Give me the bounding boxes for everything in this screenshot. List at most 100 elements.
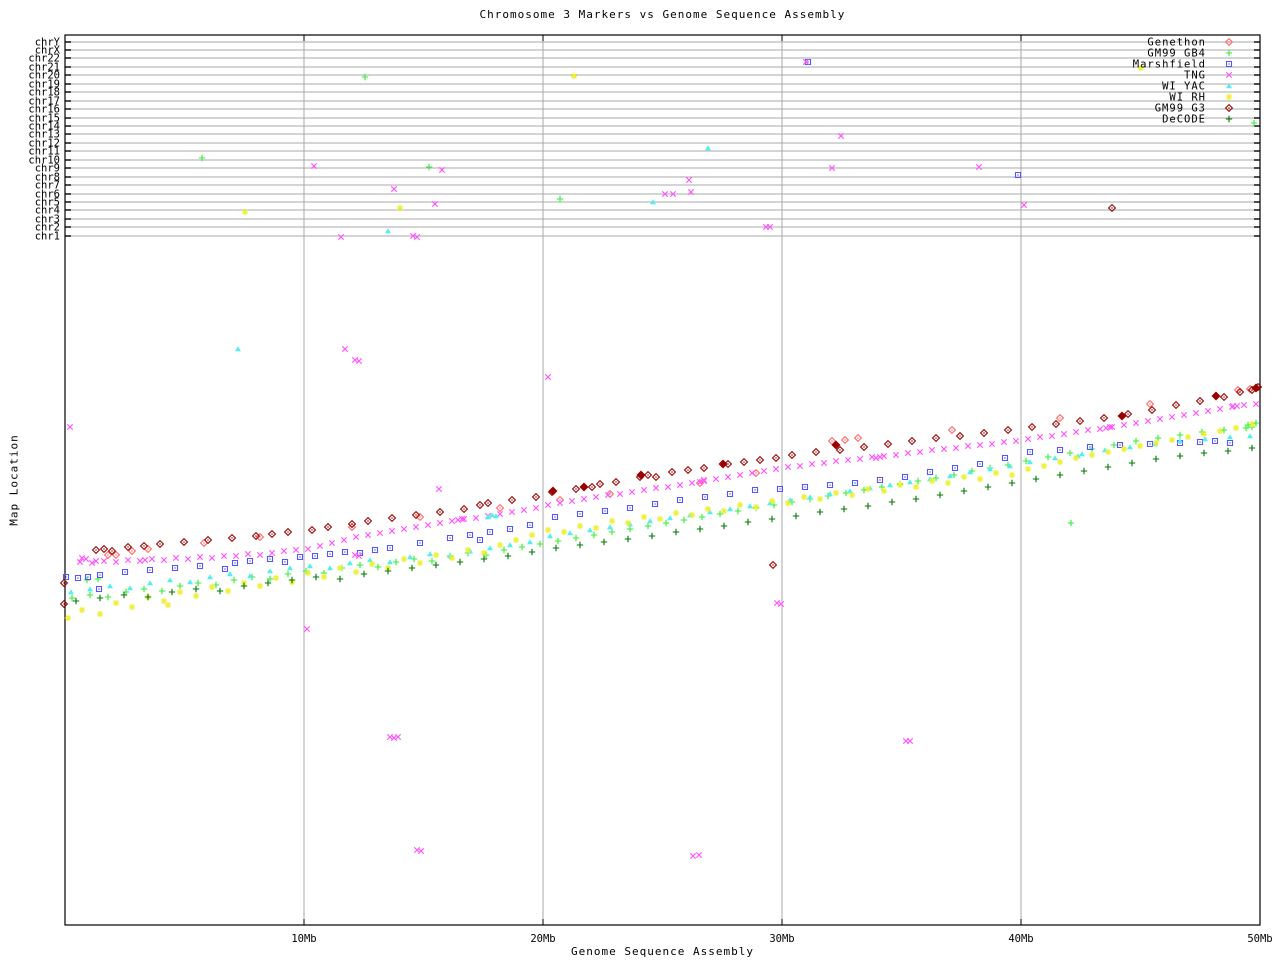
data-point bbox=[1033, 476, 1039, 482]
legend-marker-icon bbox=[1226, 105, 1233, 112]
data-point bbox=[803, 485, 808, 490]
data-point bbox=[828, 483, 833, 488]
data-point bbox=[649, 533, 655, 539]
data-point bbox=[976, 164, 981, 169]
data-point bbox=[148, 568, 153, 573]
data-point bbox=[1249, 445, 1255, 451]
data-point bbox=[1227, 434, 1233, 439]
data-point bbox=[1003, 456, 1008, 461]
data-point bbox=[389, 515, 396, 522]
data-point bbox=[857, 456, 862, 461]
data-point bbox=[241, 583, 247, 589]
data-point bbox=[173, 555, 178, 560]
data-point bbox=[545, 374, 550, 379]
data-point bbox=[418, 848, 423, 853]
data-point bbox=[699, 514, 705, 520]
data-point bbox=[86, 575, 91, 580]
data-point bbox=[813, 449, 820, 456]
data-point bbox=[721, 508, 727, 514]
data-point bbox=[1029, 424, 1036, 431]
data-point bbox=[1225, 448, 1231, 454]
data-point bbox=[697, 526, 703, 532]
data-point bbox=[745, 519, 751, 525]
data-point bbox=[696, 852, 701, 857]
data-point bbox=[527, 539, 533, 544]
data-point bbox=[645, 523, 651, 529]
data-point bbox=[641, 487, 646, 492]
data-point bbox=[437, 520, 442, 525]
data-point bbox=[1037, 434, 1042, 439]
data-point bbox=[69, 595, 75, 601]
data-point bbox=[283, 560, 288, 565]
legend-marker-icon bbox=[1226, 50, 1232, 56]
data-point bbox=[231, 577, 237, 583]
data-point bbox=[304, 626, 309, 631]
data-point bbox=[457, 559, 463, 565]
data-point bbox=[1013, 438, 1018, 443]
data-point bbox=[269, 531, 276, 538]
data-point bbox=[461, 506, 468, 513]
data-point bbox=[937, 492, 943, 498]
data-point bbox=[807, 494, 813, 499]
data-point bbox=[269, 550, 274, 555]
data-point bbox=[169, 589, 175, 595]
data-point bbox=[61, 601, 68, 608]
data-point bbox=[953, 445, 958, 450]
data-point bbox=[1105, 464, 1111, 470]
data-point bbox=[545, 502, 550, 507]
data-point bbox=[141, 543, 148, 550]
data-point bbox=[553, 515, 558, 520]
data-point bbox=[735, 508, 741, 514]
data-point bbox=[313, 554, 318, 559]
data-point bbox=[673, 510, 679, 516]
data-point bbox=[725, 474, 730, 479]
data-point bbox=[663, 520, 669, 526]
data-point bbox=[907, 738, 912, 743]
data-point bbox=[797, 463, 802, 468]
data-point bbox=[589, 484, 596, 491]
x-axis-title: Genome Sequence Assembly bbox=[65, 945, 1260, 958]
data-point bbox=[1121, 446, 1127, 452]
data-point bbox=[1079, 451, 1085, 456]
data-point bbox=[307, 563, 313, 568]
data-point bbox=[357, 562, 363, 568]
data-point bbox=[1153, 456, 1159, 462]
legend-marker-icon bbox=[1226, 94, 1232, 100]
data-point bbox=[418, 541, 423, 546]
x-tick-label: 10Mb bbox=[291, 933, 316, 945]
data-point bbox=[1201, 431, 1207, 437]
data-point bbox=[1145, 418, 1150, 423]
data-point bbox=[1129, 460, 1135, 466]
data-point bbox=[185, 556, 190, 561]
data-point bbox=[627, 526, 633, 532]
data-point bbox=[1137, 443, 1143, 449]
data-point bbox=[609, 529, 615, 535]
data-point bbox=[395, 734, 400, 739]
data-point bbox=[629, 489, 634, 494]
data-point bbox=[328, 552, 333, 557]
data-point bbox=[625, 536, 631, 542]
data-point bbox=[449, 518, 454, 523]
data-point bbox=[1153, 440, 1159, 446]
data-point bbox=[468, 533, 473, 538]
data-point bbox=[173, 566, 178, 571]
data-point bbox=[1077, 418, 1084, 425]
data-point bbox=[1249, 421, 1255, 427]
data-point bbox=[377, 530, 382, 535]
data-point bbox=[409, 565, 415, 571]
data-point bbox=[391, 735, 396, 740]
data-point bbox=[79, 607, 85, 613]
data-point bbox=[505, 553, 511, 559]
data-point bbox=[1021, 202, 1026, 207]
data-point bbox=[849, 492, 855, 498]
data-point bbox=[193, 586, 199, 592]
data-point bbox=[1085, 427, 1090, 432]
data-point bbox=[669, 469, 676, 476]
data-point bbox=[593, 494, 598, 499]
data-point bbox=[1251, 120, 1257, 126]
data-point bbox=[142, 557, 147, 562]
data-point bbox=[205, 537, 212, 544]
legend-marker-icon bbox=[1227, 62, 1232, 67]
data-point bbox=[1157, 416, 1162, 421]
data-point bbox=[865, 503, 871, 509]
